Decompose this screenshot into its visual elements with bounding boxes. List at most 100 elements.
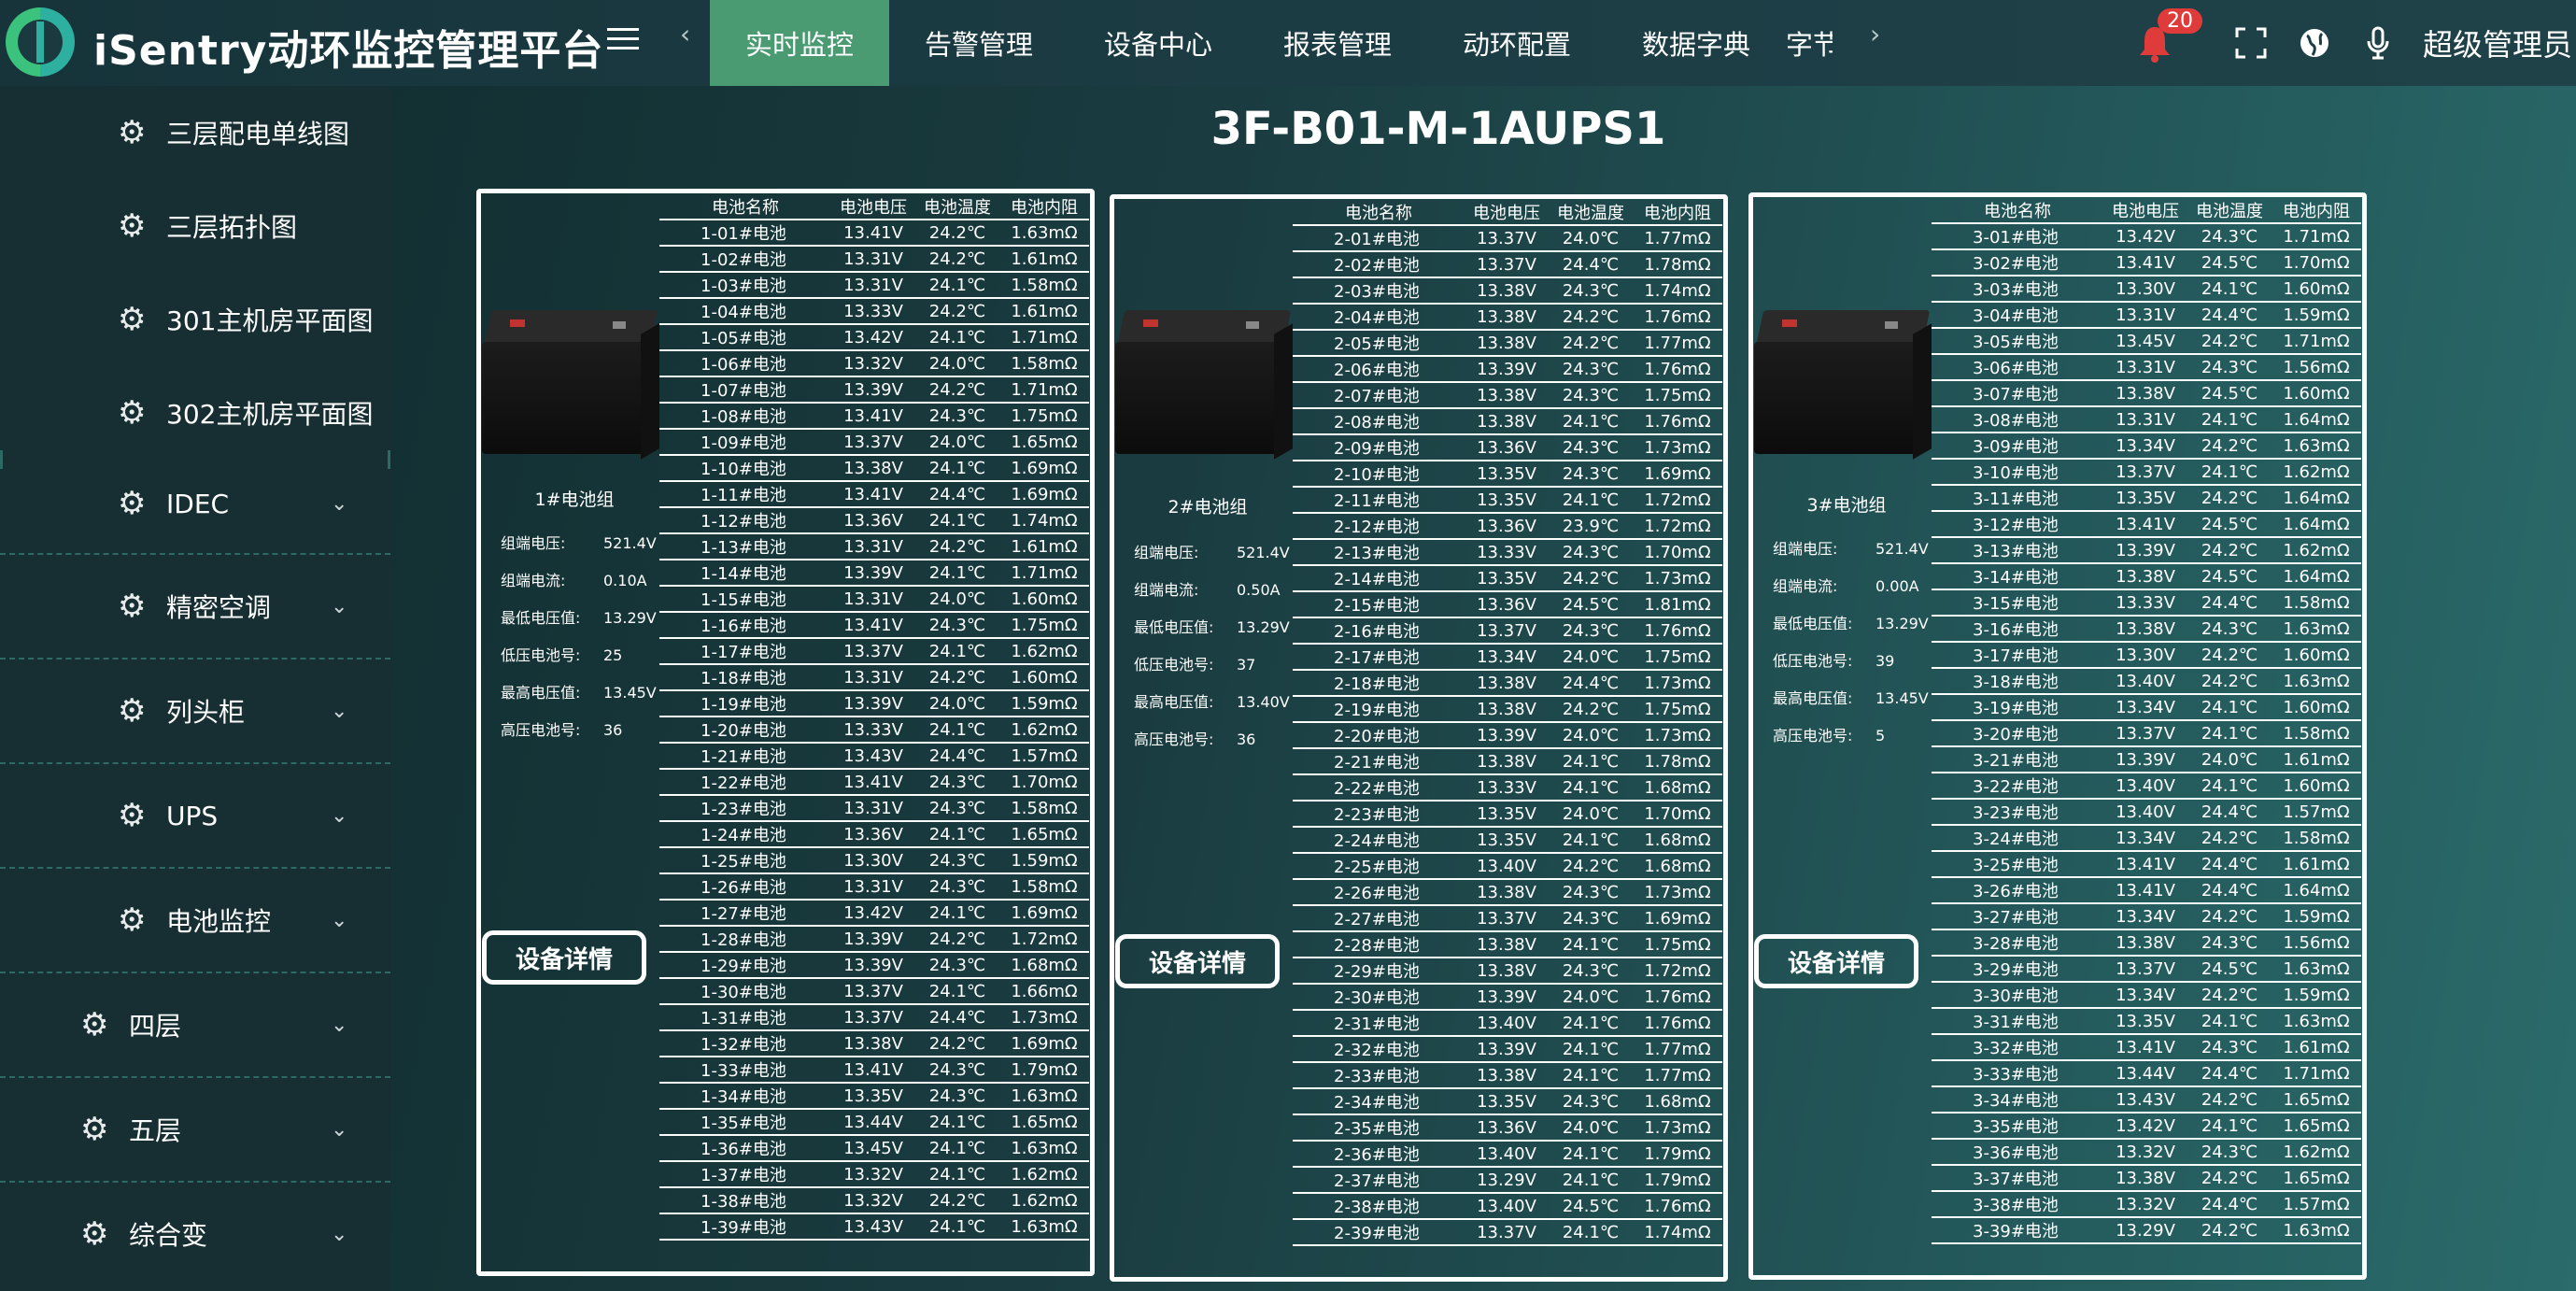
chevron-down-icon: ⌄ (331, 1222, 348, 1246)
tab-report-management[interactable]: 报表管理 (1248, 0, 1427, 86)
cell-voltage: 13.36V (1465, 1114, 1549, 1142)
min-voltage-value: 13.29V (1875, 615, 1929, 632)
tab-truncated[interactable]: 字节 (1786, 0, 1833, 86)
group-current: 组端电流: 0.00A (1773, 574, 1919, 596)
tab-device-center[interactable]: 设备中心 (1069, 0, 1248, 86)
cell-voltage: 13.40V (1465, 853, 1549, 880)
cell-voltage: 13.40V (1465, 1141, 1549, 1168)
column-header-cell-temperature: 电池温度 (2187, 198, 2272, 224)
cell-voltage: 13.39V (831, 952, 915, 979)
cell-temperature: 24.2℃ (2187, 668, 2272, 695)
group-voltage: 组端电压: 521.4V (1134, 540, 1290, 562)
cell-name: 3-08#电池 (1932, 406, 2103, 433)
cell-resistance: 1.71mΩ (999, 324, 1089, 351)
cell-temperature: 24.4℃ (2187, 1191, 2272, 1218)
column-header-cell-name: 电池名称 (1293, 200, 1465, 226)
device-detail-button[interactable]: 设备详情 (1754, 934, 1918, 988)
cell-name: 2-19#电池 (1293, 696, 1465, 723)
cell-temperature: 24.0℃ (915, 690, 999, 717)
tabs-next-icon[interactable]: › (1870, 19, 1880, 50)
gear-icon: ⚙ (118, 207, 147, 245)
cell-resistance: 1.68mΩ (1633, 774, 1722, 802)
cell-name: 2-25#电池 (1293, 853, 1465, 880)
cell-name: 1-29#电池 (659, 952, 831, 979)
cell-name: 3-13#电池 (1932, 537, 2103, 564)
table-row: 1-22#电池 13.41V 24.3℃ 1.70mΩ (659, 769, 1089, 796)
sidebar-item-4f[interactable]: ⚙ 四层 ⌄ (0, 973, 390, 1076)
sidebar-item-5f[interactable]: ⚙ 五层 ⌄ (0, 1078, 390, 1181)
cell-temperature: 24.1℃ (1549, 487, 1633, 514)
tab-alarm-management[interactable]: 告警管理 (889, 0, 1069, 86)
cell-voltage: 13.38V (1465, 748, 1549, 775)
sidebar-item-3f-single-line[interactable]: ⚙ 三层配电单线图 (0, 86, 390, 179)
microphone-icon[interactable] (2359, 24, 2397, 62)
cell-voltage: 13.31V (831, 272, 915, 299)
alarm-bell-icon[interactable]: 20 (2133, 8, 2202, 64)
cell-resistance: 1.72mΩ (1633, 487, 1722, 514)
table-row: 2-29#电池 13.38V 24.3℃ 1.72mΩ (1293, 958, 1722, 985)
cell-resistance: 1.60mΩ (999, 664, 1089, 691)
group-current-label: 组端电流: (1773, 577, 1838, 595)
table-row: 2-28#电池 13.38V 24.1℃ 1.75mΩ (1293, 931, 1722, 958)
device-detail-button[interactable]: 设备详情 (482, 930, 646, 985)
cell-voltage: 13.33V (1465, 774, 1549, 802)
language-globe-icon[interactable] (2296, 24, 2333, 62)
tab-realtime-monitor[interactable]: 实时监控 (710, 0, 889, 86)
cell-name: 2-09#电池 (1293, 434, 1465, 461)
cell-voltage: 13.33V (1465, 539, 1549, 566)
min-voltage-label: 最低电压值: (1134, 618, 1214, 636)
table-row: 3-14#电池 13.38V 24.5℃ 1.64mΩ (1932, 563, 2361, 590)
sidebar-item-3f-topology[interactable]: ⚙ 三层拓扑图 (0, 179, 390, 273)
device-detail-button[interactable]: 设备详情 (1115, 934, 1280, 988)
menu-toggle-icon[interactable] (607, 28, 639, 54)
cell-resistance: 1.73mΩ (1633, 670, 1722, 697)
cell-temperature: 24.4℃ (2187, 799, 2272, 826)
sidebar-item-302-floor-plan[interactable]: ⚙ 302主机房平面图 (0, 366, 390, 460)
sidebar-item-idec[interactable]: ⚙ IDEC ⌄ (0, 454, 390, 553)
low-voltage-cell-value: 37 (1237, 656, 1256, 674)
cell-resistance: 1.69mΩ (1633, 905, 1722, 932)
cell-voltage: 13.35V (2103, 1008, 2187, 1035)
table-row: 1-38#电池 13.32V 24.2℃ 1.62mΩ (659, 1187, 1089, 1214)
group-current: 组端电流: 0.50A (1134, 577, 1281, 600)
cell-temperature: 24.0℃ (2187, 746, 2272, 773)
sidebar-item-substation[interactable]: ⚙ 综合变 ⌄ (0, 1183, 390, 1285)
cell-temperature: 24.3℃ (1549, 905, 1633, 932)
logo-icon (6, 7, 75, 77)
cell-temperature: 24.3℃ (1549, 277, 1633, 305)
cell-temperature: 24.3℃ (1549, 958, 1633, 985)
cell-voltage: 13.41V (2103, 249, 2187, 277)
table-row: 3-25#电池 13.41V 24.4℃ 1.61mΩ (1932, 851, 2361, 878)
cell-temperature: 24.1℃ (1549, 1062, 1633, 1089)
tab-env-config[interactable]: 动环配置 (1427, 0, 1606, 86)
sidebar-item-column-cabinet[interactable]: ⚙ 列头柜 ⌄ (0, 660, 390, 762)
cell-voltage: 13.42V (2103, 223, 2187, 250)
sidebar-item-301-floor-plan[interactable]: ⚙ 301主机房平面图 (0, 273, 390, 366)
cell-temperature: 24.5℃ (2187, 511, 2272, 538)
table-row: 3-37#电池 13.38V 24.2℃ 1.65mΩ (1932, 1165, 2361, 1192)
cell-resistance: 1.63mΩ (2272, 956, 2361, 983)
fullscreen-icon[interactable] (2232, 24, 2270, 62)
tab-data-dictionary[interactable]: 数据字典 (1606, 0, 1786, 86)
cell-name: 3-36#电池 (1932, 1139, 2103, 1166)
cell-resistance: 1.77mΩ (1633, 1062, 1722, 1089)
sidebar-item-battery-monitor[interactable]: ⚙ 电池监控 ⌄ (0, 869, 390, 972)
tabs-prev-icon[interactable]: ‹ (680, 19, 690, 50)
cell-name: 2-07#电池 (1293, 382, 1465, 409)
cell-resistance: 1.73mΩ (1633, 1114, 1722, 1142)
cell-resistance: 1.57mΩ (2272, 1191, 2361, 1218)
cell-resistance: 1.76mΩ (1633, 1193, 1722, 1220)
cell-resistance: 1.61mΩ (999, 298, 1089, 325)
cell-voltage: 13.39V (831, 560, 915, 587)
table-row: 3-13#电池 13.39V 24.2℃ 1.62mΩ (1932, 537, 2361, 564)
cell-voltage: 13.37V (1465, 617, 1549, 645)
sidebar-item-precision-ac[interactable]: ⚙ 精密空调 ⌄ (0, 555, 390, 658)
cell-temperature: 24.1℃ (915, 900, 999, 927)
cell-temperature: 24.5℃ (2187, 563, 2272, 590)
cell-voltage: 13.40V (1465, 1010, 1549, 1037)
low-voltage-cell: 低压电池号: 25 (501, 643, 622, 665)
sidebar-item-ups[interactable]: ⚙ UPS ⌄ (0, 764, 390, 867)
table-row: 1-20#电池 13.33V 24.1℃ 1.62mΩ (659, 716, 1089, 744)
user-name[interactable]: 超级管理员 (2423, 21, 2572, 64)
cell-voltage: 13.37V (1465, 905, 1549, 932)
